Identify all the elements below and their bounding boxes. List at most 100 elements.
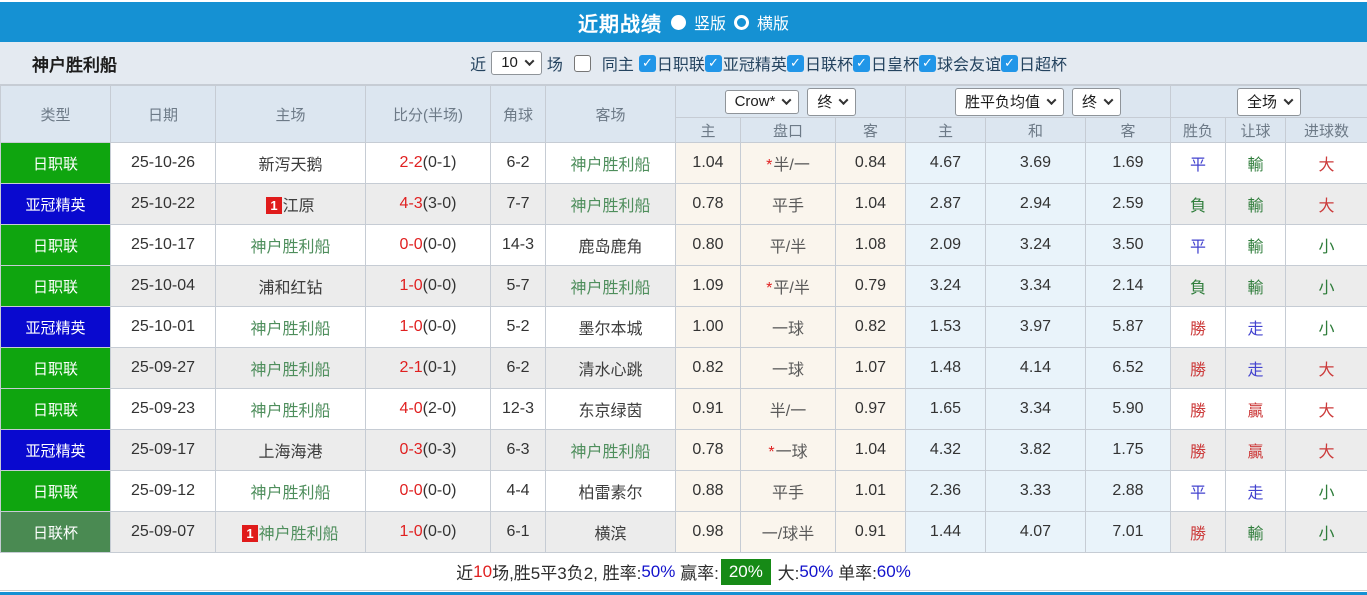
radio-horizontal-label[interactable]: 横版 — [757, 10, 789, 34]
avg-home-cell: 2.87 — [905, 183, 986, 225]
avg-draw-cell: 3.34 — [985, 388, 1086, 430]
team-label: 神户胜利船 — [570, 280, 651, 297]
home-team-cell: 新泻天鹅 — [215, 142, 366, 184]
goals-cell: 大 — [1284, 388, 1367, 430]
radio-vertical-label[interactable]: 竖版 — [694, 10, 726, 34]
handicap-result-cell: 走 — [1225, 470, 1286, 512]
col-let-result: 让球 — [1225, 117, 1286, 143]
checkbox-icon[interactable]: ✓ — [704, 54, 722, 72]
result-cell: 勝 — [1170, 306, 1226, 348]
odds-away-cell: 0.91 — [835, 511, 906, 553]
team-label: 神户胜利船 — [250, 239, 331, 256]
recent-count-select[interactable]: 10 — [491, 51, 542, 75]
avg-time-select[interactable]: 终 — [1072, 87, 1122, 116]
checkbox-icon[interactable]: ✓ — [852, 54, 870, 72]
corner-cell: 5-7 — [490, 265, 546, 307]
handicap-result-cell: 輸 — [1225, 183, 1286, 225]
summary-segment: 单率: — [833, 564, 877, 583]
type-badge: 日职联 — [0, 470, 111, 512]
col-away: 客场 — [545, 85, 676, 143]
goals-cell: 小 — [1284, 265, 1367, 307]
odds-away-cell: 1.01 — [835, 470, 906, 512]
table-row: 日联杯 25-09-07 1 神户胜利船 1-0(0-0) 6-1 横滨 0.98 一/球半 0.… — [0, 511, 1367, 553]
team-label: 神户胜利船 — [250, 362, 331, 379]
type-badge: 亚冠精英 — [0, 429, 111, 471]
league-checkbox-item[interactable]: ✓ 日皇杯 — [852, 51, 919, 75]
away-team-cell: 鹿岛鹿角 — [545, 224, 676, 266]
chevron-down-icon — [781, 94, 792, 105]
handicap-result-cell: 走 — [1225, 347, 1286, 389]
team-label: 浦和红钻 — [258, 280, 323, 297]
avg-draw-cell: 4.07 — [985, 511, 1086, 553]
goals-cell: 小 — [1284, 470, 1367, 512]
goals-cell: 小 — [1284, 306, 1367, 348]
corner-cell: 7-7 — [490, 183, 546, 225]
league-checkbox-item[interactable]: ✓ 球会友谊 — [918, 51, 1001, 75]
handicap-result-cell: 輸 — [1225, 265, 1286, 307]
date-cell: 25-09-17 — [110, 429, 216, 471]
filters: 近 10 场 同主 ✓ 日职联 ✓ 亚冠精英 ✓ 日联杯 ✓ 日皇杯 ✓ 球会友谊 ✓ 日超杯 — [470, 51, 1067, 75]
league-label: 日超杯 — [1018, 57, 1067, 74]
result-cell: 負 — [1170, 265, 1226, 307]
league-checkbox-item[interactable]: ✓ 日联杯 — [786, 51, 853, 75]
avg-draw-cell: 4.14 — [985, 347, 1086, 389]
team-label: 横滨 — [594, 526, 627, 543]
same-home-label: 同主 — [601, 57, 634, 74]
handicap-cell: 一球 — [740, 347, 836, 389]
checkbox-icon[interactable]: ✓ — [1000, 54, 1018, 72]
date-cell: 25-09-27 — [110, 347, 216, 389]
type-badge: 日联杯 — [0, 511, 111, 553]
away-team-cell: 墨尔本城 — [545, 306, 676, 348]
goals-cell: 大 — [1284, 429, 1367, 471]
odds-time-select[interactable]: 终 — [807, 87, 857, 116]
home-team-cell: 神户胜利船 — [215, 224, 366, 266]
away-team-cell: 神户胜利船 — [545, 142, 676, 184]
home-team-cell: 神户胜利船 — [215, 347, 366, 389]
team-label: 新泻天鹅 — [258, 157, 323, 174]
radio-horizontal-icon[interactable] — [734, 14, 749, 30]
odds-company-select[interactable]: Crow* — [724, 89, 800, 114]
score-cell: 0-0(0-0) — [365, 470, 491, 512]
checkbox-icon[interactable]: ✓ — [786, 54, 804, 72]
radio-vertical-icon[interactable] — [670, 14, 686, 30]
league-checkbox-item[interactable]: ✓ 日超杯 — [1000, 51, 1067, 75]
league-checkbox-item[interactable]: ✓ 亚冠精英 — [704, 51, 787, 75]
scope-select[interactable]: 全场 — [1237, 87, 1302, 116]
date-cell: 25-09-07 — [110, 511, 216, 553]
handicap-result-cell: 輸 — [1225, 142, 1286, 184]
away-team-cell: 柏雷素尔 — [545, 470, 676, 512]
page-title: 近期战绩 — [577, 13, 662, 36]
odds-home-cell: 1.04 — [675, 142, 741, 184]
team-label: 神户胜利船 — [250, 485, 331, 502]
handicap-result-cell: 走 — [1225, 306, 1286, 348]
home-team-cell: 浦和红钻 — [215, 265, 366, 307]
type-badge: 日职联 — [0, 224, 111, 266]
league-checkbox-item[interactable]: ✓ 日职联 — [638, 51, 705, 75]
filter-bar: 神户胜利船 近 10 场 同主 ✓ 日职联 ✓ 亚冠精英 ✓ 日联杯 ✓ 日皇杯 ✓ 球会友谊 ✓ 日… — [0, 42, 1367, 85]
checkbox-icon[interactable]: ✓ — [918, 54, 936, 72]
league-filters: ✓ 日职联 ✓ 亚冠精英 ✓ 日联杯 ✓ 日皇杯 ✓ 球会友谊 ✓ 日超杯 — [638, 51, 1067, 75]
table-row: 亚冠精英 25-10-22 1 江原 4-3(3-0) 7-7 神户胜利船 0.78 平手 1.0… — [0, 183, 1367, 225]
handicap-cell: *平/半 — [740, 265, 836, 307]
summary-segment: 20% — [720, 558, 771, 585]
avg-away-cell: 2.59 — [1085, 183, 1171, 225]
col-result: 胜负 — [1170, 117, 1226, 143]
avg-select[interactable]: 胜平负均值 — [954, 87, 1064, 116]
checkbox-icon[interactable]: ✓ — [638, 54, 656, 72]
score-cell: 1-0(0-0) — [365, 265, 491, 307]
goals-cell: 大 — [1284, 142, 1367, 184]
score-cell: 1-0(0-0) — [365, 511, 491, 553]
odds-home-cell: 1.09 — [675, 265, 741, 307]
home-team-cell: 1 江原 — [215, 183, 366, 225]
odds-home-cell: 0.91 — [675, 388, 741, 430]
league-label: 日皇杯 — [870, 57, 919, 74]
team-label: 柏雷素尔 — [578, 485, 643, 502]
col-avg-home: 主 — [905, 117, 986, 143]
avg-away-cell: 5.90 — [1085, 388, 1171, 430]
score-cell: 2-1(0-1) — [365, 347, 491, 389]
home-team-cell: 神户胜利船 — [215, 470, 366, 512]
result-cell: 勝 — [1170, 429, 1226, 471]
same-home-checkbox[interactable] — [573, 54, 591, 72]
avg-home-cell: 2.09 — [905, 224, 986, 266]
team-label: 神户胜利船 — [250, 321, 331, 338]
